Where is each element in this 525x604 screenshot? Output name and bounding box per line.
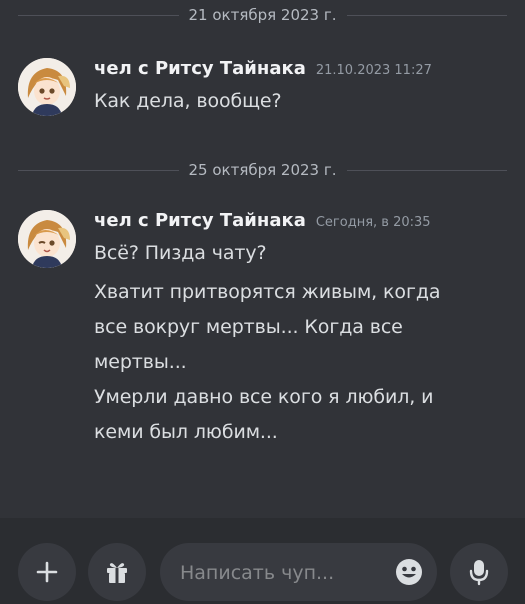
emoji-icon[interactable] [395,558,423,586]
divider-date: 25 октября 2023 г. [188,161,337,179]
divider-line [346,169,508,171]
message-text: Как дела, вообще? [94,90,282,112]
divider-line [18,169,179,171]
message-content: чел с Ритсу Тайнака 21.10.2023 11:27 Как… [94,58,507,116]
message-text-line: кеми был любим... [94,421,278,443]
message-input[interactable] [178,543,382,603]
gift-icon [107,563,127,583]
plus-icon [36,561,58,583]
message-header: чел с Ритсу Тайнака 21.10.2023 11:27 [94,58,507,86]
divider-line [346,14,508,16]
message-text-line: Хватит притворятся живым, когда [94,281,441,303]
message-text-line: мертвы... [94,351,187,373]
divider-date: 21 октября 2023 г. [188,6,337,24]
message-text-line: Умерли давно все кого я любил, и [94,386,434,408]
voice-message-button[interactable] [450,543,508,601]
author-name[interactable]: чел с Ритсу Тайнака [94,58,306,79]
message-text-line: Всё? Пизда чату? [94,242,267,264]
divider-line [18,14,179,16]
message-text-line: все вокруг мертвы... Когда все [94,316,403,338]
message-input-container[interactable] [160,543,437,603]
avatar[interactable] [18,58,76,116]
gift-button[interactable] [88,543,146,601]
message-composer [0,518,525,604]
message-timestamp: Сегодня, в 20:35 [315,215,431,230]
microphone-icon [469,560,489,586]
message-content: чел с Ритсу Тайнака Сегодня, в 20:35 Всё… [94,210,507,450]
avatar[interactable] [18,210,76,268]
add-attachment-button[interactable] [18,543,76,601]
message[interactable]: чел с Ритсу Тайнака 21.10.2023 11:27 Как… [18,58,507,128]
message-header: чел с Ритсу Тайнака Сегодня, в 20:35 [94,210,507,238]
date-divider: 25 октября 2023 г. [18,160,508,180]
author-name[interactable]: чел с Ритсу Тайнака [94,210,306,231]
chat-messages: 21 октября 2023 г. чел с Ритсу Тайнака 2… [0,0,525,518]
date-divider: 21 октября 2023 г. [18,5,508,25]
message[interactable]: чел с Ритсу Тайнака Сегодня, в 20:35 Всё… [18,210,507,470]
message-timestamp: 21.10.2023 11:27 [315,63,432,78]
